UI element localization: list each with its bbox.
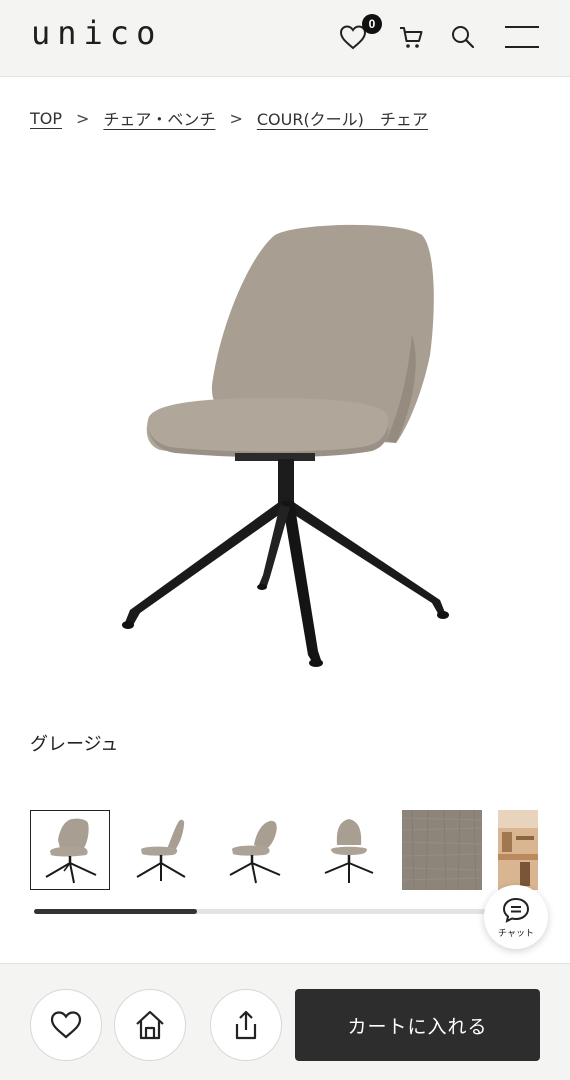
thumbnail-strip[interactable] bbox=[30, 810, 570, 892]
home-icon bbox=[136, 1010, 164, 1040]
breadcrumb: TOP > チェア・ベンチ > COUR(クール) チェア bbox=[30, 106, 428, 130]
chair-thumbnail bbox=[136, 819, 186, 881]
cart-icon bbox=[400, 27, 423, 48]
breadcrumb-separator: > bbox=[76, 108, 90, 128]
thumbnail-back[interactable] bbox=[309, 810, 389, 890]
thumbnail-scrollbar-thumb[interactable] bbox=[34, 909, 197, 914]
chair-illustration bbox=[122, 224, 449, 667]
menu-button[interactable] bbox=[502, 18, 542, 56]
thumbnail-side[interactable] bbox=[123, 810, 203, 890]
favorites-count-badge: 0 bbox=[362, 14, 382, 34]
chair-thumbnail bbox=[45, 818, 97, 884]
chat-icon bbox=[502, 897, 530, 923]
store-home-button[interactable] bbox=[114, 989, 186, 1061]
thumbnail-scrollbar-track[interactable] bbox=[34, 909, 504, 914]
fabric-swatch bbox=[402, 810, 482, 890]
breadcrumb-current-product[interactable]: COUR(クール) チェア bbox=[257, 106, 428, 130]
breadcrumb-top[interactable]: TOP bbox=[30, 109, 62, 128]
chair-thumbnail bbox=[324, 819, 374, 883]
color-name: グレージュ bbox=[30, 734, 119, 755]
add-to-cart-button[interactable]: カートに入れる bbox=[295, 989, 540, 1061]
breadcrumb-separator: > bbox=[229, 108, 243, 128]
add-to-favorites-button[interactable] bbox=[30, 989, 102, 1061]
thumbnail-room[interactable] bbox=[498, 810, 538, 890]
chat-label: チャット bbox=[498, 928, 534, 939]
breadcrumb-chairs-benches[interactable]: チェア・ベンチ bbox=[103, 106, 215, 130]
share-icon bbox=[235, 1010, 257, 1040]
cart-button[interactable] bbox=[392, 18, 430, 56]
search-button[interactable] bbox=[444, 18, 482, 56]
chair-thumbnail bbox=[229, 820, 281, 884]
thumbnail-fabric[interactable] bbox=[402, 810, 482, 890]
share-button[interactable] bbox=[210, 989, 282, 1061]
product-image[interactable] bbox=[100, 215, 470, 675]
menu-icon bbox=[505, 26, 539, 48]
search-icon bbox=[452, 26, 475, 49]
thumbnail-angle[interactable] bbox=[216, 810, 296, 890]
room-photo bbox=[498, 810, 538, 890]
thumbnail-front[interactable] bbox=[30, 810, 110, 890]
heart-icon bbox=[50, 1011, 82, 1039]
site-header: unico 0 bbox=[0, 0, 570, 77]
site-logo[interactable]: unico bbox=[31, 14, 162, 52]
chat-button[interactable]: チャット bbox=[484, 885, 548, 949]
bottom-action-bar: カートに入れる bbox=[0, 963, 570, 1080]
